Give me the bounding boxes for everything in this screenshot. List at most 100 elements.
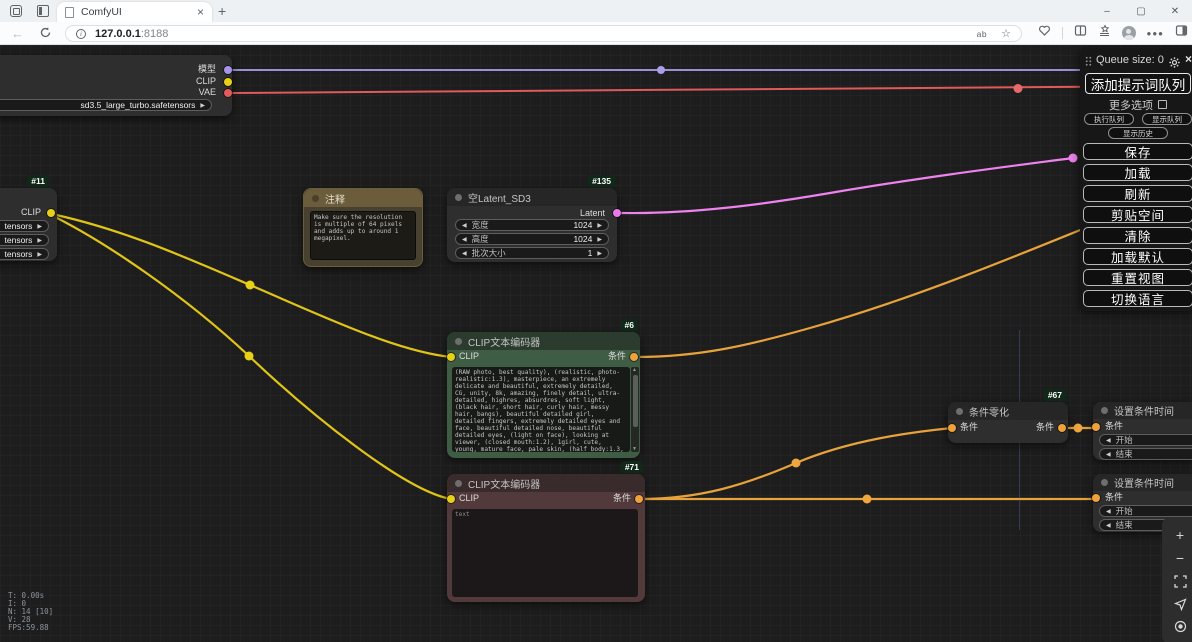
- combo-left-icon[interactable]: ◀: [1106, 522, 1111, 529]
- node-title-bar[interactable]: 空Latent_SD3: [447, 188, 617, 206]
- clip-name-widget-1[interactable]: tensors▶: [0, 220, 49, 232]
- batch-size-widget[interactable]: ◀ 批次大小 1▶: [455, 247, 609, 259]
- zoom-in-button[interactable]: +: [1176, 528, 1184, 542]
- collapse-dot-icon[interactable]: [455, 480, 462, 487]
- start-widget[interactable]: ◀ 开始: [1099, 434, 1192, 446]
- combo-right-icon[interactable]: ▶: [597, 250, 602, 257]
- menu-drag-handle[interactable]: [1085, 56, 1092, 67]
- clip-name-widget-2[interactable]: tensors▶: [0, 234, 49, 246]
- refresh-icon[interactable]: [39, 26, 52, 44]
- load-button[interactable]: 加载: [1083, 164, 1192, 181]
- collapse-dot-icon[interactable]: [455, 338, 462, 345]
- read-aloud-icon[interactable]: ab: [977, 29, 987, 39]
- settings-menu-icon[interactable]: ●●●: [1147, 29, 1165, 38]
- scroll-thumb[interactable]: [633, 375, 638, 427]
- node-title-bar[interactable]: 设置条件时间: [1093, 402, 1192, 419]
- collapse-dot-icon[interactable]: [312, 195, 319, 202]
- combo-left-icon[interactable]: ◀: [462, 236, 467, 243]
- link-dot-clip-1[interactable]: [246, 281, 255, 290]
- combo-right-icon[interactable]: ▶: [200, 102, 205, 109]
- minimize-button[interactable]: –: [1090, 0, 1124, 22]
- link-dot-model[interactable]: [657, 66, 665, 74]
- split-screen-icon[interactable]: [1074, 24, 1087, 42]
- view-queue-button[interactable]: 显示队列: [1142, 113, 1192, 125]
- refresh-button[interactable]: 刷新: [1083, 185, 1192, 202]
- browser-essentials-icon[interactable]: [1038, 24, 1051, 42]
- node-title-bar[interactable]: CLIP文本编码器: [447, 332, 640, 350]
- output-vae-dot[interactable]: [224, 89, 232, 97]
- output-cond-dot[interactable]: [635, 495, 643, 503]
- input-cond-dot[interactable]: [948, 424, 956, 432]
- note-text[interactable]: Make sure the resolution is multiple of …: [310, 211, 416, 260]
- sidebar-toggle-icon[interactable]: [1175, 24, 1188, 42]
- end-widget[interactable]: ◀ 结束: [1099, 448, 1192, 460]
- height-widget[interactable]: ◀ 高度 1024▶: [455, 233, 609, 245]
- fit-view-button[interactable]: [1174, 575, 1187, 588]
- ckpt-name-widget[interactable]: sd3.5_large_turbo.safetensors▶: [0, 99, 212, 111]
- link-dot-clip-2[interactable]: [245, 352, 254, 361]
- combo-right-icon[interactable]: ▶: [37, 223, 42, 230]
- collapse-dot-icon[interactable]: [1101, 407, 1108, 414]
- menu-close-icon[interactable]: ×: [1185, 52, 1192, 66]
- note-title-bar[interactable]: 注释: [304, 189, 422, 207]
- clipspace-button[interactable]: 剪贴空间: [1083, 206, 1192, 223]
- combo-left-icon[interactable]: ◀: [1106, 451, 1111, 458]
- start-widget[interactable]: ◀ 开始: [1099, 505, 1192, 517]
- select-mode-button[interactable]: [1174, 598, 1187, 611]
- node-empty-latent[interactable]: #135 空Latent_SD3 Latent ◀ 宽度 1024▶ ◀ 高度 …: [447, 188, 617, 262]
- combo-right-icon[interactable]: ▶: [37, 237, 42, 244]
- settings-gear-icon[interactable]: [1169, 55, 1180, 73]
- node-clip-loader[interactable]: #11 CLIP tensors▶ tensors▶ tensors▶: [0, 188, 57, 261]
- view-history-button[interactable]: 显示历史: [1108, 127, 1168, 139]
- link-dot-cond-3[interactable]: [1074, 424, 1083, 433]
- node-clip-encode-positive[interactable]: #6 CLIP文本编码器 CLIP 条件 (RAW photo, best qu…: [447, 332, 640, 458]
- node-conditioning-zero-out[interactable]: #67 条件零化 条件 条件: [948, 402, 1068, 443]
- input-cond-dot[interactable]: [1092, 423, 1100, 431]
- queue-front-button[interactable]: 执行队列: [1084, 113, 1134, 125]
- prompt-textarea[interactable]: text: [452, 509, 638, 597]
- combo-left-icon[interactable]: ◀: [462, 222, 467, 229]
- collections-icon[interactable]: [1098, 24, 1111, 42]
- new-tab-button[interactable]: +: [218, 3, 226, 19]
- switch-locale-button[interactable]: 切换语言: [1083, 290, 1192, 307]
- url-field[interactable]: i 127.0.0.1 :8188 ab ☆: [65, 25, 1022, 42]
- output-model-dot[interactable]: [224, 66, 232, 74]
- combo-left-icon[interactable]: ◀: [462, 250, 467, 257]
- maximize-button[interactable]: ▢: [1124, 0, 1158, 22]
- tab-actions-icon[interactable]: [37, 5, 49, 17]
- scroll-up-icon[interactable]: ▲: [632, 367, 637, 373]
- workspaces-icon[interactable]: [10, 5, 22, 17]
- link-dot-cond-1[interactable]: [792, 459, 801, 468]
- input-cond-dot[interactable]: [1092, 494, 1100, 502]
- link-dot-cond-2[interactable]: [863, 495, 872, 504]
- link-dot-latent[interactable]: [1069, 154, 1078, 163]
- combo-right-icon[interactable]: ▶: [597, 222, 602, 229]
- prompt-textarea[interactable]: (RAW photo, best quality), (realistic, p…: [452, 367, 630, 452]
- link-dot-vae[interactable]: [1014, 84, 1023, 93]
- node-title-bar[interactable]: 设置条件时间: [1093, 474, 1192, 491]
- node-clip-encode-negative[interactable]: #71 CLIP文本编码器 CLIP 条件 text: [447, 474, 645, 602]
- combo-left-icon[interactable]: ◀: [1106, 508, 1111, 515]
- output-clip-dot[interactable]: [47, 209, 55, 217]
- node-title-bar[interactable]: CLIP文本编码器: [447, 474, 645, 492]
- width-widget[interactable]: ◀ 宽度 1024▶: [455, 219, 609, 231]
- input-clip-dot[interactable]: [447, 353, 455, 361]
- close-button[interactable]: ✕: [1158, 0, 1192, 22]
- output-cond-dot[interactable]: [630, 353, 638, 361]
- comfyui-canvas[interactable]: 模型 CLIP VAE sd3.5_large_turbo.safetensor…: [0, 45, 1192, 642]
- combo-right-icon[interactable]: ▶: [597, 236, 602, 243]
- combo-left-icon[interactable]: ◀: [1106, 437, 1111, 444]
- node-set-cond-timestep-1[interactable]: 设置条件时间 条件 ◀ 开始 ◀ 结束: [1093, 402, 1192, 460]
- input-clip-dot[interactable]: [447, 495, 455, 503]
- queue-prompt-button[interactable]: 添加提示词队列: [1085, 73, 1191, 94]
- clip-name-widget-3[interactable]: tensors▶: [0, 248, 49, 260]
- output-latent-dot[interactable]: [613, 209, 621, 217]
- profile-avatar[interactable]: [1122, 26, 1136, 40]
- output-cond-dot[interactable]: [1058, 424, 1066, 432]
- zoom-out-button[interactable]: −: [1176, 551, 1184, 565]
- clear-button[interactable]: 清除: [1083, 227, 1192, 244]
- node-title-bar[interactable]: 条件零化: [948, 402, 1068, 420]
- extra-options-checkbox[interactable]: [1158, 100, 1167, 109]
- toggle-links-button[interactable]: [1174, 620, 1187, 633]
- tab-close-icon[interactable]: ×: [197, 5, 204, 19]
